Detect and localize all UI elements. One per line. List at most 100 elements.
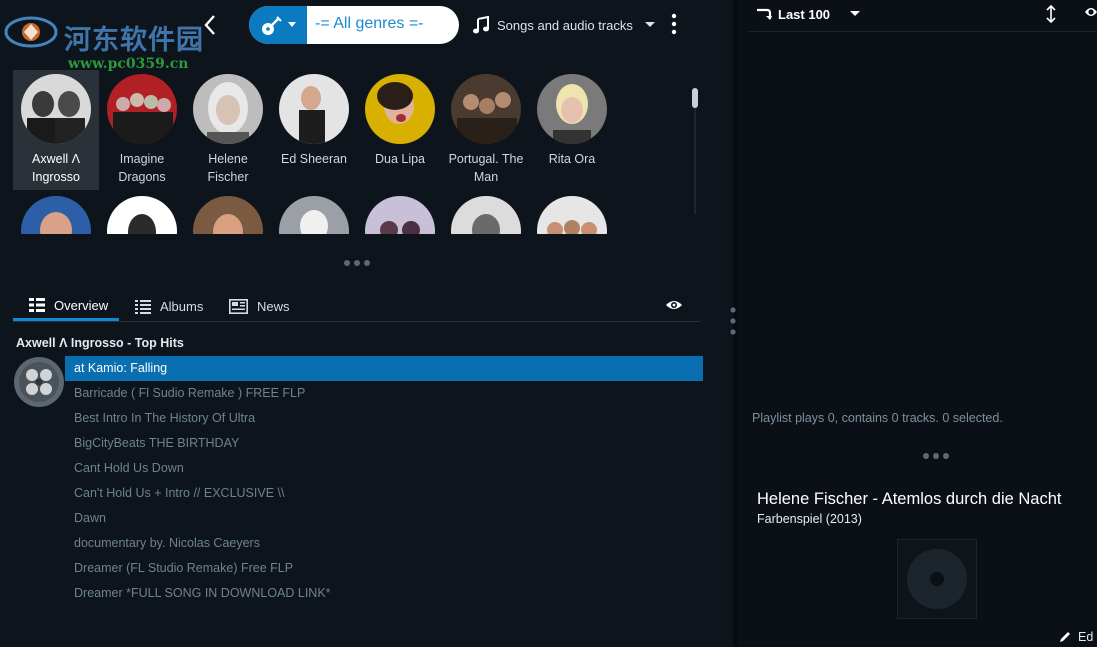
track-row[interactable]: Barricade ( Fl Sudio Remake ) FREE FLP [65, 381, 703, 406]
chevron-down-icon [288, 22, 296, 27]
artist-card[interactable] [99, 192, 185, 234]
track-row[interactable]: Can't Hold Us + Intro // EXCLUSIVE \\ [65, 481, 703, 506]
artist-photo [537, 196, 607, 234]
track-row[interactable]: documentary by. Nicolas Caeyers [65, 531, 703, 556]
artist-card[interactable] [443, 192, 529, 234]
artist-name: Imagine Dragons [118, 152, 166, 184]
scrollbar-thumb[interactable] [692, 88, 698, 108]
header-divider [748, 31, 1097, 32]
list-lines-icon [135, 299, 151, 314]
chevron-left-icon[interactable] [200, 12, 220, 38]
tab-overview[interactable]: Overview [13, 292, 119, 321]
more-options-icon[interactable] [668, 12, 680, 36]
artist-card[interactable]: Imagine Dragons [99, 70, 185, 190]
watermark: 河东软件园 www.pc0359.cn [4, 8, 214, 72]
artist-card[interactable]: Portugal. The Man [443, 70, 529, 190]
expand-dots-icon[interactable] [343, 259, 375, 267]
track-row[interactable]: Dawn [65, 506, 703, 531]
splitter-grip-icon[interactable] [729, 306, 737, 336]
artist-name: Dua Lipa [374, 152, 426, 166]
chevron-down-icon [644, 22, 655, 27]
tab-albums[interactable]: Albums [135, 292, 203, 321]
track-title: Best Intro In The History Of Ultra [74, 411, 256, 425]
playlist-filter-label: Last 100 [778, 6, 831, 22]
expand-dots-icon[interactable] [922, 452, 954, 460]
artist-photo [107, 196, 177, 234]
track-row[interactable]: Cant Hold Us Down [65, 456, 703, 481]
track-title: documentary by. Nicolas Caeyers [74, 536, 260, 550]
track-title: BigCityBeats THE BIRTHDAY [74, 436, 240, 450]
artist-name: Helene Fischer [207, 152, 249, 184]
artist-photo [451, 196, 521, 234]
eye-icon[interactable] [1084, 6, 1097, 18]
artist-name: Ed Sheeran [280, 152, 348, 166]
playlist-filter-dropdown[interactable]: Last 100 [756, 5, 861, 23]
artist-photo [193, 74, 263, 144]
genre-filter-value[interactable]: -= All genres =- [315, 15, 424, 33]
media-type-dropdown[interactable]: Songs and audio tracks [473, 14, 655, 36]
artist-photo [279, 196, 349, 234]
artist-photo [193, 196, 263, 234]
artist-name: Rita Ora [548, 152, 596, 166]
artist-card[interactable]: Ed Sheeran [271, 70, 357, 190]
guitar-icon [262, 16, 282, 35]
genre-type-button[interactable] [249, 6, 307, 44]
newspaper-icon [229, 299, 248, 314]
track-row[interactable]: at Kamio: Falling [65, 356, 703, 381]
top-hits-title: Axwell Λ Ingrosso - Top Hits [16, 336, 184, 350]
music-note-icon [473, 16, 489, 34]
vinyl-disc-icon [907, 549, 967, 609]
track-row[interactable]: Dreamer (FL Studio Remake) Free FLP [65, 556, 703, 581]
history-arrow-icon [757, 8, 772, 20]
artist-name: Portugal. The Man [448, 152, 524, 184]
library-panel: 河东软件园 www.pc0359.cn -= All genres =- Son… [0, 0, 733, 647]
artist-photo [537, 74, 607, 144]
artist-card[interactable] [529, 192, 615, 234]
now-playing-album: Farbenspiel (2013) [757, 512, 862, 526]
resize-vertical-icon[interactable] [1044, 5, 1058, 23]
edit-label: Ed [1078, 630, 1094, 644]
tab-label: News [257, 299, 290, 314]
artist-scrollbar[interactable] [692, 88, 698, 214]
track-row[interactable]: Dreamer *FULL SONG IN DOWNLOAD LINK* [65, 581, 703, 606]
playlist-panel: Last 100 Playlist plays 0, contains 0 tr… [738, 0, 1097, 647]
chevron-down-icon [850, 11, 861, 16]
artist-card[interactable] [185, 192, 271, 234]
track-row[interactable]: Best Intro In The History Of Ultra [65, 406, 703, 431]
list-icon [29, 298, 45, 312]
artist-grid: Axwell Λ Ingrosso Imagine Dragons Helene… [13, 70, 683, 234]
artist-card[interactable] [271, 192, 357, 234]
track-title: Barricade ( Fl Sudio Remake ) FREE FLP [74, 386, 306, 400]
playlist-status: Playlist plays 0, contains 0 tracks. 0 s… [752, 411, 1003, 425]
artist-tabs: Overview Albums News [13, 292, 700, 322]
track-row[interactable]: BigCityBeats THE BIRTHDAY [65, 431, 703, 456]
genre-filter[interactable]: -= All genres =- [249, 6, 459, 44]
track-title: Cant Hold Us Down [74, 461, 184, 475]
pencil-icon [1060, 632, 1070, 642]
track-title: Can't Hold Us + Intro // EXCLUSIVE \\ [74, 486, 285, 500]
album-disc-icon [14, 357, 64, 407]
now-playing-title: Helene Fischer - Atemlos durch die Nacht [757, 490, 1062, 508]
artist-photo [107, 74, 177, 144]
artist-card[interactable]: Dua Lipa [357, 70, 443, 190]
tab-label: Albums [160, 299, 204, 314]
artist-name: Axwell Λ Ingrosso [32, 152, 80, 184]
track-title: Dawn [74, 511, 106, 525]
artist-card[interactable]: Helene Fischer [185, 70, 271, 190]
track-title: Dreamer *FULL SONG IN DOWNLOAD LINK* [74, 586, 331, 600]
track-title: Dreamer (FL Studio Remake) Free FLP [74, 561, 294, 575]
tab-news[interactable]: News [229, 292, 290, 321]
artist-card[interactable]: Axwell Λ Ingrosso [13, 70, 99, 190]
artist-photo [365, 74, 435, 144]
media-type-label: Songs and audio tracks [497, 17, 633, 33]
site-logo-icon [4, 16, 58, 48]
artist-card[interactable] [357, 192, 443, 234]
artist-card[interactable] [13, 192, 99, 234]
artist-photo [21, 74, 91, 144]
artist-card[interactable]: Rita Ora [529, 70, 615, 190]
music-app-window: 河东软件园 www.pc0359.cn -= All genres =- Son… [0, 0, 1097, 647]
eye-icon[interactable] [665, 299, 683, 311]
watermark-title: 河东软件园 [64, 25, 204, 56]
artist-photo [279, 74, 349, 144]
edit-button[interactable]: Ed [1058, 630, 1093, 644]
